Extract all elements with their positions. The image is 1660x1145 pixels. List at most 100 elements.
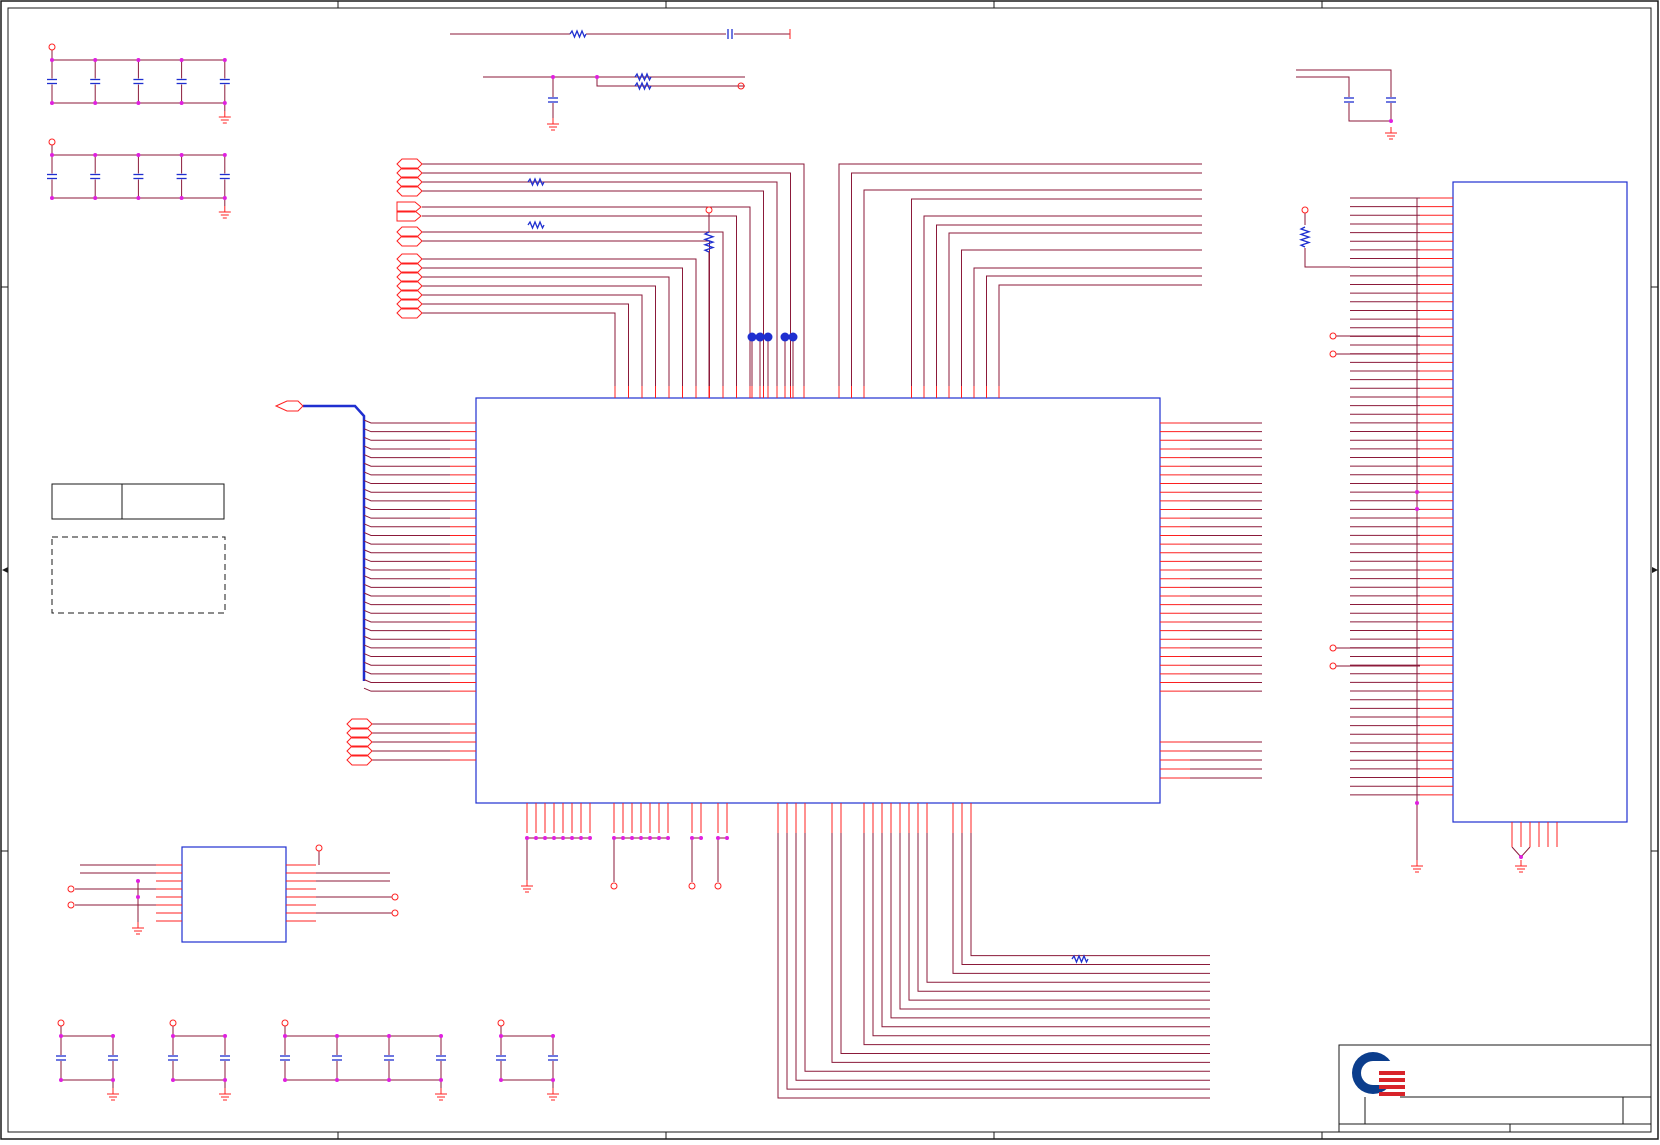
capacitor-icon xyxy=(90,173,101,180)
junction-dot xyxy=(595,75,599,79)
connector-body xyxy=(1452,181,1628,823)
power-port-icon xyxy=(48,43,56,51)
ground-symbol-icon xyxy=(218,111,231,124)
capacitor-icon xyxy=(133,78,144,85)
junction-dot xyxy=(621,836,625,840)
capacitor-icon xyxy=(384,1055,394,1061)
junction-dot xyxy=(525,836,529,840)
company-logo-icon xyxy=(1352,1052,1405,1096)
power-port-icon xyxy=(1301,206,1309,214)
wire-segment xyxy=(363,653,450,658)
main-ic-body xyxy=(475,397,1161,804)
wire-segment xyxy=(363,566,450,571)
junction-dot xyxy=(552,836,556,840)
power-port-icon xyxy=(497,1019,505,1027)
net-markers xyxy=(48,29,1527,1101)
capacitor-icon xyxy=(332,1055,342,1061)
wire-segment xyxy=(363,488,450,493)
capacitor-icon xyxy=(436,1055,446,1061)
wire-segment xyxy=(973,267,1202,386)
junction-dot xyxy=(666,836,670,840)
power-port-icon xyxy=(391,909,399,917)
power-port-icon xyxy=(1329,332,1337,340)
wire-segment xyxy=(363,635,450,640)
wire-segment xyxy=(363,480,450,485)
resistor-icon xyxy=(569,29,587,39)
junction-dot xyxy=(690,836,694,840)
capacitor-icon xyxy=(219,173,230,180)
wire-segment xyxy=(908,833,1210,1001)
junction-dot xyxy=(1415,507,1419,511)
wire-segment xyxy=(422,206,751,386)
wire-segment xyxy=(363,497,450,502)
junction-dot xyxy=(222,196,227,200)
capacitor-icon xyxy=(548,97,558,103)
junction-dot xyxy=(93,196,98,200)
power-port-icon xyxy=(67,885,75,893)
bus-line xyxy=(303,404,366,681)
power-port-icon xyxy=(281,1019,289,1027)
wire-segment xyxy=(363,601,450,606)
resistor-icon xyxy=(1071,954,1089,964)
wire-segment xyxy=(422,172,791,386)
junction-dot xyxy=(136,895,140,899)
junction-dot xyxy=(387,1034,391,1038)
wire-segment xyxy=(863,189,1202,386)
small-ic-body xyxy=(181,846,287,943)
wire-segment xyxy=(363,419,450,424)
power-port-icon xyxy=(1329,350,1337,358)
junction-dot xyxy=(136,196,141,200)
junction-dot xyxy=(136,101,141,105)
junction-dot xyxy=(439,1034,443,1038)
wire-segment xyxy=(838,163,1202,386)
junction-dot xyxy=(1415,801,1419,805)
junction-dot xyxy=(699,836,703,840)
junction-dot xyxy=(335,1078,339,1082)
junction-dot xyxy=(223,1034,227,1038)
wire-segment xyxy=(363,514,450,519)
wire-segment xyxy=(422,181,778,386)
capacitor-icon xyxy=(176,78,187,85)
wire-segment xyxy=(363,506,450,510)
power-port-icon xyxy=(48,138,56,146)
junction-dot xyxy=(551,1078,555,1082)
wire-segment xyxy=(422,163,805,386)
wire-segment xyxy=(881,833,1210,1028)
test-point-icon xyxy=(788,332,798,342)
wire-segment xyxy=(986,275,1202,386)
wire-segment xyxy=(363,583,450,588)
wire-segment xyxy=(840,833,1210,1054)
ground-symbol-icon xyxy=(1515,860,1527,873)
power-port-icon xyxy=(169,1019,177,1027)
capacitor-icon xyxy=(219,78,230,85)
junction-dot xyxy=(59,1078,63,1082)
wire-segment xyxy=(422,258,697,386)
junction-dot xyxy=(570,836,574,840)
junction-dot xyxy=(499,1034,503,1038)
wire-segment xyxy=(363,670,450,675)
capacitor-icon xyxy=(1344,97,1354,103)
power-port-icon xyxy=(57,1019,65,1027)
junction-dot xyxy=(222,101,227,105)
junction-dot xyxy=(716,836,720,840)
wire-segment xyxy=(363,471,450,476)
wire-segment xyxy=(363,445,450,450)
wire-segment xyxy=(363,523,450,528)
capacitor-icon xyxy=(176,173,187,180)
wire-segment xyxy=(363,687,450,692)
junction-dot xyxy=(1389,119,1393,123)
capacitor-icon xyxy=(47,173,57,180)
junction-dot xyxy=(648,836,652,840)
dashed-note-box xyxy=(51,536,226,614)
ground-symbol-icon xyxy=(547,1088,559,1101)
junction-dot xyxy=(50,153,54,157)
junction-dot xyxy=(111,1034,115,1038)
wire-segment xyxy=(422,190,764,386)
power-port-icon xyxy=(688,882,696,890)
junction-dot xyxy=(335,1034,339,1038)
wire-segment xyxy=(777,833,1210,1099)
wire-segment xyxy=(363,618,450,623)
power-port-icon xyxy=(391,893,399,901)
capacitor-icon xyxy=(220,1055,230,1061)
wire-segment xyxy=(363,644,450,649)
